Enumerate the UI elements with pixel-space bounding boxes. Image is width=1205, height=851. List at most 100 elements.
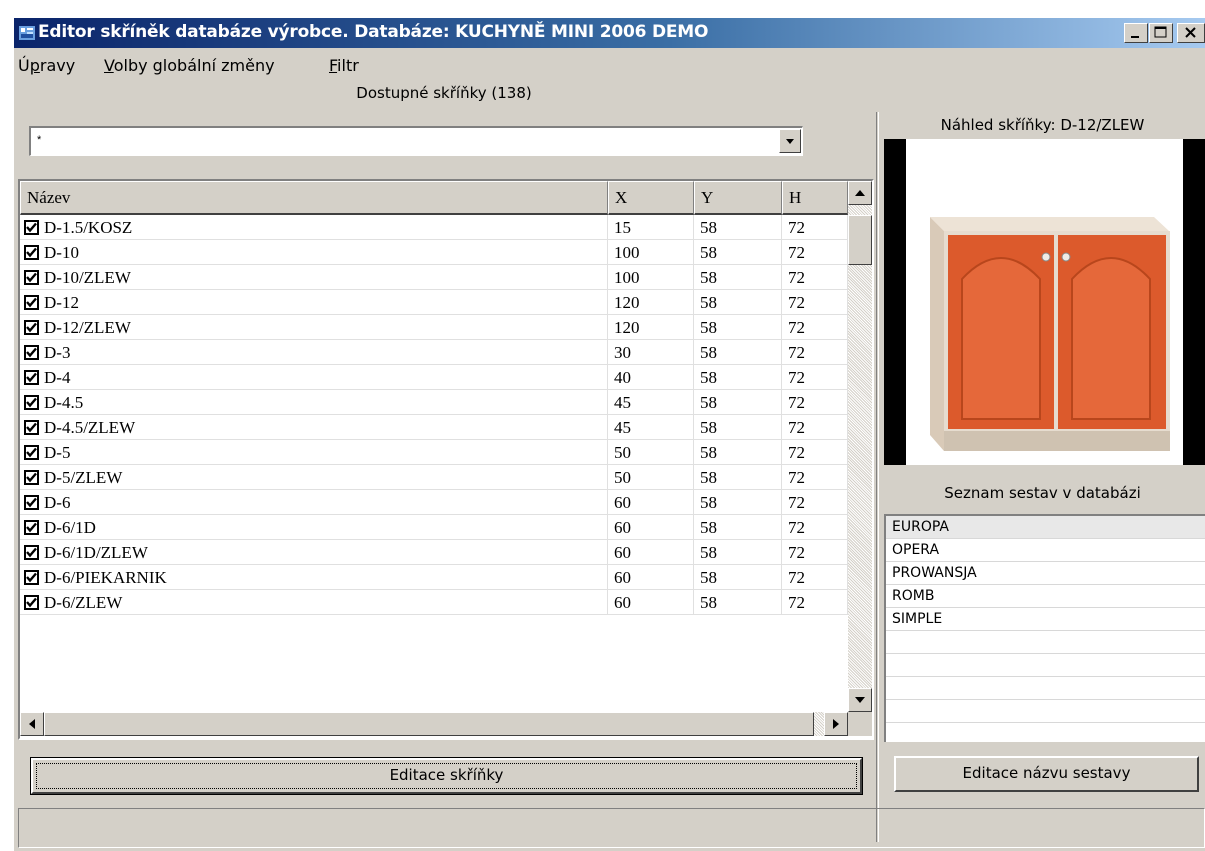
horizontal-scrollbar[interactable] [20, 712, 848, 736]
row-checkbox[interactable] [24, 520, 39, 535]
cell-x[interactable]: 60 [608, 540, 694, 565]
cell-name[interactable]: D-6/1D/ZLEW [20, 540, 608, 565]
list-item[interactable]: SIMPLE [886, 608, 1205, 631]
table-row[interactable]: D-5/ZLEW 50 58 72 [20, 465, 850, 490]
list-item[interactable]: ROMB [886, 585, 1205, 608]
cell-h[interactable]: 72 [782, 415, 848, 440]
cell-h[interactable]: 72 [782, 390, 848, 415]
cell-name[interactable]: D-6/1D [20, 515, 608, 540]
column-header-h[interactable]: H [782, 181, 848, 215]
row-checkbox[interactable] [24, 545, 39, 560]
cell-name[interactable]: D-1.5/KOSZ [20, 215, 608, 240]
row-checkbox[interactable] [24, 270, 39, 285]
cell-h[interactable]: 72 [782, 240, 848, 265]
table-row[interactable]: D-6/1D 60 58 72 [20, 515, 850, 540]
row-checkbox[interactable] [24, 420, 39, 435]
table-row[interactable]: D-6/ZLEW 60 58 72 [20, 590, 850, 615]
cell-y[interactable]: 58 [694, 340, 782, 365]
cell-y[interactable]: 58 [694, 365, 782, 390]
cell-x[interactable]: 40 [608, 365, 694, 390]
edit-cabinet-button[interactable]: Editace skříňky [30, 757, 863, 795]
table-row[interactable]: D-6 60 58 72 [20, 490, 850, 515]
cell-name[interactable]: D-6 [20, 490, 608, 515]
cell-y[interactable]: 58 [694, 465, 782, 490]
row-checkbox[interactable] [24, 445, 39, 460]
row-checkbox[interactable] [24, 595, 39, 610]
cell-x[interactable]: 50 [608, 465, 694, 490]
cell-h[interactable]: 72 [782, 490, 848, 515]
row-checkbox[interactable] [24, 570, 39, 585]
table-row[interactable]: D-10/ZLEW 100 58 72 [20, 265, 850, 290]
column-header-nazev[interactable]: Název [20, 181, 608, 215]
cell-name[interactable]: D-4.5 [20, 390, 608, 415]
list-item[interactable]: EUROPA [886, 516, 1205, 539]
cell-y[interactable]: 58 [694, 440, 782, 465]
table-row[interactable]: D-6/1D/ZLEW 60 58 72 [20, 540, 850, 565]
cell-y[interactable]: 58 [694, 415, 782, 440]
edit-set-name-button[interactable]: Editace názvu sestavy [894, 756, 1199, 792]
cell-name[interactable]: D-3 [20, 340, 608, 365]
cell-name[interactable]: D-5/ZLEW [20, 465, 608, 490]
cell-y[interactable]: 58 [694, 240, 782, 265]
title-bar[interactable]: Editor skříněk databáze výrobce. Databáz… [14, 18, 1205, 48]
cell-x[interactable]: 100 [608, 265, 694, 290]
cell-y[interactable]: 58 [694, 590, 782, 615]
cell-y[interactable]: 58 [694, 565, 782, 590]
cell-x[interactable]: 120 [608, 315, 694, 340]
vertical-scroll-thumb[interactable] [848, 215, 872, 265]
cell-name[interactable]: D-12 [20, 290, 608, 315]
row-checkbox[interactable] [24, 220, 39, 235]
row-checkbox[interactable] [24, 320, 39, 335]
cell-name[interactable]: D-4.5/ZLEW [20, 415, 608, 440]
table-row[interactable]: D-4 40 58 72 [20, 365, 850, 390]
table-row[interactable]: D-12/ZLEW 120 58 72 [20, 315, 850, 340]
cell-y[interactable]: 58 [694, 265, 782, 290]
cell-h[interactable]: 72 [782, 540, 848, 565]
cell-h[interactable]: 72 [782, 215, 848, 240]
cell-y[interactable]: 58 [694, 290, 782, 315]
maximize-button[interactable] [1149, 23, 1173, 43]
cell-name[interactable]: D-6/PIEKARNIK [20, 565, 608, 590]
vertical-scrollbar[interactable] [848, 181, 872, 712]
table-row[interactable]: D-12 120 58 72 [20, 290, 850, 315]
scroll-up-button[interactable] [848, 181, 872, 205]
list-item[interactable]: PROWANSJA [886, 562, 1205, 585]
row-checkbox[interactable] [24, 345, 39, 360]
row-checkbox[interactable] [24, 295, 39, 310]
cell-x[interactable]: 60 [608, 590, 694, 615]
cell-x[interactable]: 120 [608, 290, 694, 315]
row-checkbox[interactable] [24, 370, 39, 385]
scroll-right-button[interactable] [824, 712, 848, 736]
column-header-x[interactable]: X [608, 181, 694, 215]
cell-y[interactable]: 58 [694, 515, 782, 540]
cell-name[interactable]: D-10 [20, 240, 608, 265]
cell-name[interactable]: D-12/ZLEW [20, 315, 608, 340]
cell-x[interactable]: 60 [608, 565, 694, 590]
scroll-left-button[interactable] [20, 712, 44, 736]
cell-h[interactable]: 72 [782, 340, 848, 365]
menu-volby-globalni-zmeny[interactable]: Volby globální změny [104, 56, 275, 75]
cell-y[interactable]: 58 [694, 215, 782, 240]
cell-y[interactable]: 58 [694, 490, 782, 515]
table-row[interactable]: D-1.5/KOSZ 15 58 72 [20, 215, 850, 240]
cell-x[interactable]: 60 [608, 515, 694, 540]
row-checkbox[interactable] [24, 245, 39, 260]
table-row[interactable]: D-6/PIEKARNIK 60 58 72 [20, 565, 850, 590]
minimize-button[interactable] [1124, 23, 1148, 43]
filter-dropdown-button[interactable] [779, 129, 801, 153]
cell-y[interactable]: 58 [694, 315, 782, 340]
cell-y[interactable]: 58 [694, 390, 782, 415]
cell-x[interactable]: 100 [608, 240, 694, 265]
cell-x[interactable]: 30 [608, 340, 694, 365]
menu-filtr[interactable]: Filtr [329, 56, 359, 75]
cell-name[interactable]: D-5 [20, 440, 608, 465]
cell-x[interactable]: 50 [608, 440, 694, 465]
table-row[interactable]: D-4.5/ZLEW 45 58 72 [20, 415, 850, 440]
cell-h[interactable]: 72 [782, 290, 848, 315]
cell-h[interactable]: 72 [782, 440, 848, 465]
cell-h[interactable]: 72 [782, 565, 848, 590]
cell-h[interactable]: 72 [782, 365, 848, 390]
table-row[interactable]: D-10 100 58 72 [20, 240, 850, 265]
table-row[interactable]: D-5 50 58 72 [20, 440, 850, 465]
cell-h[interactable]: 72 [782, 515, 848, 540]
